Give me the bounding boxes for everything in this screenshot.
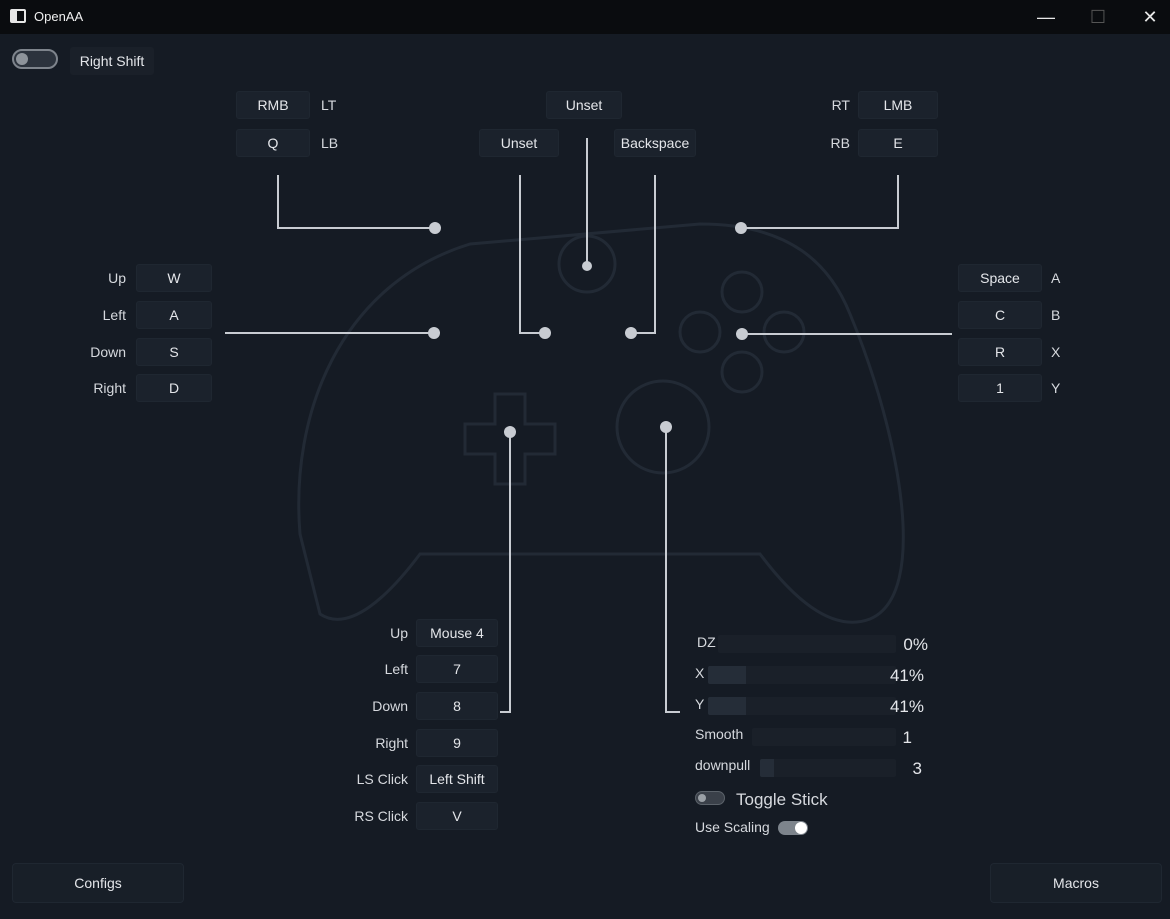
downpull-value: 3 (912, 759, 922, 778)
rs-click-key-button[interactable]: V (416, 802, 498, 830)
rb-label: RB (830, 135, 850, 151)
macros-button[interactable]: Macros (990, 863, 1162, 903)
toggle-knob (795, 822, 807, 834)
a-key-button[interactable]: Space (958, 264, 1042, 292)
dpad-right-key-button[interactable]: 9 (416, 729, 498, 757)
guide-anchor-dot (582, 261, 592, 271)
downpull-slider-fill (760, 759, 774, 777)
guide-key-button[interactable]: Unset (546, 91, 622, 119)
x-sens-slider-fill (708, 666, 746, 684)
rt-connector-line (741, 175, 899, 229)
lt-connector-line (277, 175, 435, 229)
ls-left-key-button[interactable]: A (136, 301, 212, 329)
y-label: Y (1051, 380, 1061, 396)
dpad-right-label: Right (375, 735, 408, 751)
right-shift-label: Right Shift (70, 47, 154, 75)
ls-left-label: Left (102, 307, 126, 323)
lt-label: LT (321, 97, 337, 113)
rt-anchor-dot (735, 222, 747, 234)
ls-up-label: Up (108, 270, 126, 286)
lb-key-button[interactable]: Q (236, 129, 310, 157)
dpad-left-label: Left (384, 661, 408, 677)
x-sens-value: 41% (889, 666, 924, 685)
b-label: B (1051, 307, 1061, 323)
configs-button[interactable]: Configs (12, 863, 184, 903)
left-stick-anchor-dot (428, 327, 440, 339)
dpad-up-label: Up (390, 625, 408, 641)
ls-down-label: Down (90, 344, 126, 360)
x-sens-label: X (695, 665, 705, 681)
toggle-knob (698, 794, 706, 802)
right-stick-anchor-dot (660, 421, 672, 433)
view-anchor-dot (539, 327, 551, 339)
dz-value: 0% (903, 635, 928, 654)
ls-up-key-button[interactable]: W (136, 264, 212, 292)
dpad-up-key-button[interactable]: Mouse 4 (416, 619, 498, 647)
lt-key-button[interactable]: RMB (236, 91, 310, 119)
ls-click-key-button[interactable]: Left Shift (416, 765, 498, 793)
face-buttons-anchor-dot (736, 328, 748, 340)
x-label: X (1051, 344, 1061, 360)
downpull-label: downpull (695, 757, 751, 773)
ls-right-label: Right (93, 380, 126, 396)
y-sens-value: 41% (889, 697, 924, 716)
dpad-connector-line (500, 432, 511, 713)
rs-click-label: RS Click (354, 808, 408, 824)
dpad-left-key-button[interactable]: 7 (416, 655, 498, 683)
menu-key-button[interactable]: Backspace (614, 129, 696, 157)
dpad-down-key-button[interactable]: 8 (416, 692, 498, 720)
rb-key-button[interactable]: E (858, 129, 938, 157)
connector-lines (225, 138, 952, 713)
ls-right-key-button[interactable]: D (136, 374, 212, 402)
right-stick-connector-line (665, 427, 680, 713)
view-connector-line (519, 175, 545, 334)
close-button[interactable]: ✕ (1124, 0, 1170, 34)
b-key-button[interactable]: C (958, 301, 1042, 329)
ls-click-label: LS Click (356, 771, 408, 787)
a-label: A (1051, 270, 1061, 286)
right-shift-toggle[interactable] (12, 49, 58, 69)
use-scaling-switch[interactable] (778, 821, 808, 835)
lb-label: LB (321, 135, 339, 151)
toggle-stick-switch[interactable] (695, 791, 725, 805)
view-key-button[interactable]: Unset (479, 129, 559, 157)
y-sens-label: Y (695, 696, 705, 712)
lt-anchor-dot (429, 222, 441, 234)
rt-label: RT (831, 97, 850, 113)
maximize-button[interactable]: ☐ (1072, 0, 1124, 34)
use-scaling-label: Use Scaling (695, 819, 770, 835)
menu-connector-line (631, 175, 656, 334)
dz-label: DZ (697, 634, 716, 650)
x-key-button[interactable]: R (958, 338, 1042, 366)
ls-down-key-button[interactable]: S (136, 338, 212, 366)
dpad-down-label: Down (372, 698, 408, 714)
rt-key-button[interactable]: LMB (858, 91, 938, 119)
menu-anchor-dot (625, 327, 637, 339)
dpad-anchor-dot (504, 426, 516, 438)
controller-outline-icon (297, 222, 905, 624)
main-panel: Right Shift RMB LT Q LB Unset Unset Back… (0, 34, 1170, 919)
toggle-stick-label: Toggle Stick (736, 790, 828, 809)
title-bar: OpenAA — ☐ ✕ (0, 0, 1170, 34)
y-sens-slider-fill (708, 697, 746, 715)
y-key-button[interactable]: 1 (958, 374, 1042, 402)
toggle-knob (16, 53, 28, 65)
smooth-label: Smooth (695, 726, 744, 742)
window-title: OpenAA (34, 9, 84, 24)
smooth-value: 1 (902, 728, 912, 747)
app-icon (10, 9, 26, 23)
minimize-button[interactable]: — (1020, 0, 1072, 34)
